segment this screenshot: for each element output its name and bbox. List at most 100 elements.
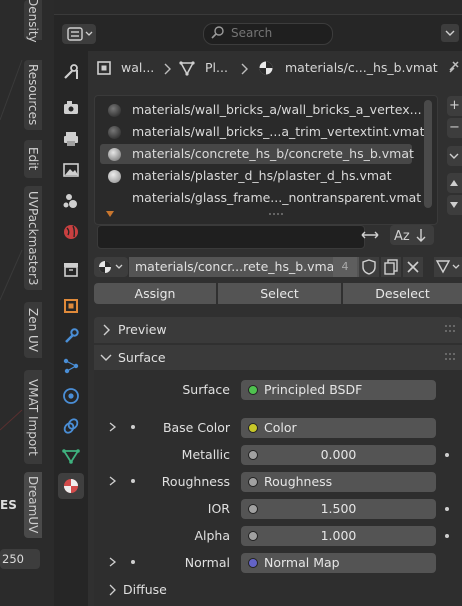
- color-socket-icon: [248, 423, 258, 433]
- render-camera-icon: [64, 101, 78, 114]
- vector-socket-icon: [248, 558, 258, 568]
- tab-world[interactable]: [58, 219, 84, 245]
- world-icon: [64, 225, 78, 239]
- sort-button[interactable]: Az: [390, 225, 434, 245]
- tab-render[interactable]: [58, 95, 84, 121]
- tab-output[interactable]: [58, 126, 84, 152]
- search-input[interactable]: [231, 25, 323, 41]
- object-icon: [97, 61, 111, 75]
- viewport-tab-vmat-import[interactable]: VMAT Import: [24, 370, 42, 464]
- list-item[interactable]: materials/plaster_d_hs/plaster_d_hs.vmat: [100, 166, 412, 186]
- preview-panel-header[interactable]: Preview: [94, 317, 462, 343]
- panel-title: Surface: [118, 350, 166, 365]
- chevron-down-icon: [100, 354, 112, 361]
- material-name-field[interactable]: materials/concr...rete_hs_b.vmat: [129, 257, 359, 277]
- keyframe-dot[interactable]: [445, 534, 449, 538]
- tab-material[interactable]: [58, 473, 84, 499]
- base-color-selector[interactable]: Color: [241, 418, 436, 438]
- slot-label: materials/wall_bricks_a/wall_bricks_a_ve…: [132, 102, 422, 117]
- chevron-right-icon: [241, 63, 248, 75]
- slot-specials-button[interactable]: [447, 146, 462, 166]
- list-item-selected[interactable]: materials/concrete_hs_b/concrete_hs_b.vm…: [100, 144, 414, 164]
- tab-label: Edit: [26, 147, 40, 171]
- browse-material-button[interactable]: [94, 257, 128, 277]
- field-value: 1.000: [320, 528, 357, 543]
- surface-panel-header[interactable]: Surface: [94, 345, 462, 371]
- tab-modifiers[interactable]: [58, 323, 84, 349]
- socket-value: Normal Map: [264, 555, 340, 570]
- breadcrumb-material: materials/c..._hs_b.vmat: [285, 60, 438, 75]
- material-user-count[interactable]: 4: [333, 257, 357, 277]
- viewport-tab-resources[interactable]: Resources: [24, 60, 42, 130]
- socket-value: Color: [264, 420, 297, 435]
- tab-object[interactable]: [58, 293, 84, 319]
- tab-label: Zen UV: [26, 307, 40, 352]
- socket-value: Principled BSDF: [264, 382, 363, 397]
- slot-label: materials/glass_frame..._nontransparent.…: [132, 190, 422, 205]
- assign-button[interactable]: Assign: [94, 283, 216, 304]
- material-link-dropdown[interactable]: [434, 257, 462, 277]
- ior-field[interactable]: 1.500: [241, 499, 436, 519]
- tab-label: VMAT Import: [26, 378, 40, 456]
- float-socket-icon: [248, 477, 258, 487]
- duplicate-icon: [384, 259, 398, 275]
- shader-socket-icon: [248, 385, 258, 395]
- roughness-selector[interactable]: Roughness: [241, 472, 436, 492]
- physics-icon: [63, 388, 79, 404]
- alpha-field[interactable]: 1.000: [241, 526, 436, 546]
- diffuse-subpanel-title[interactable]: Diffuse: [123, 582, 167, 597]
- particles-icon: [63, 358, 79, 374]
- pin-icon[interactable]: [446, 58, 462, 76]
- list-item[interactable]: materials/wall_bricks_a/wall_bricks_a_ve…: [100, 100, 422, 120]
- move-slot-up-button[interactable]: [447, 173, 462, 193]
- deselect-button[interactable]: Deselect: [343, 283, 462, 304]
- list-item[interactable]: materials/glass_frame..._nontransparent.…: [100, 188, 421, 208]
- duplicate-material-button[interactable]: [381, 257, 401, 277]
- swap-arrows-icon[interactable]: [360, 227, 380, 243]
- tab-physics[interactable]: [58, 383, 84, 409]
- material-preview-icon: [108, 104, 121, 117]
- tab-constraints[interactable]: [58, 413, 84, 439]
- tab-collection[interactable]: [58, 256, 84, 282]
- slot-label: materials/concrete_hs_b/concrete_hs_b.vm…: [132, 146, 414, 161]
- options-dropdown-button[interactable]: [441, 24, 459, 42]
- tab-tool[interactable]: [58, 59, 84, 85]
- tab-label: Density: [26, 0, 40, 43]
- tab-label: UVPackmaster3: [26, 190, 40, 286]
- select-button[interactable]: Select: [218, 283, 341, 304]
- list-scrollbar[interactable]: [424, 100, 432, 208]
- viewport-tab-density[interactable]: Density: [24, 0, 42, 43]
- remove-slot-button[interactable]: −: [447, 118, 462, 138]
- frame-field[interactable]: 250: [0, 549, 40, 569]
- list-item[interactable]: materials/wall_bricks_...a_trim_vertexti…: [100, 122, 424, 142]
- tab-particles[interactable]: [58, 353, 84, 379]
- viewport-tab-zen-uv[interactable]: Zen UV: [24, 302, 42, 358]
- fake-user-button[interactable]: [359, 257, 379, 277]
- viewport-tab-edit[interactable]: Edit: [24, 140, 42, 178]
- metallic-field[interactable]: 0.000: [241, 445, 436, 465]
- drag-handle-icon[interactable]: [444, 323, 456, 335]
- keyframe-dot[interactable]: [445, 507, 449, 511]
- collection-box-icon: [64, 263, 78, 277]
- unlink-material-button[interactable]: [403, 257, 423, 277]
- close-icon: [407, 261, 419, 273]
- viewport-tab-uvpackmaster3[interactable]: UVPackmaster3: [24, 186, 42, 290]
- base-color-label: Base Color: [162, 420, 230, 435]
- alpha-label: Alpha: [194, 528, 230, 543]
- move-slot-down-button[interactable]: [447, 195, 462, 215]
- keyframe-dot[interactable]: [445, 453, 449, 457]
- slot-filter-input[interactable]: [97, 225, 365, 249]
- add-slot-button[interactable]: +: [447, 96, 462, 116]
- tab-scene[interactable]: [58, 188, 84, 214]
- chevron-right-icon[interactable]: [108, 584, 118, 596]
- viewport-tab-dreamuv[interactable]: DreamUV: [24, 472, 42, 538]
- resize-grip-icon[interactable]: [268, 212, 284, 218]
- normal-selector[interactable]: Normal Map: [241, 553, 436, 573]
- tab-view-layer[interactable]: [58, 157, 84, 183]
- breadcrumb-object: wal...: [121, 60, 155, 75]
- editor-type-button[interactable]: [62, 24, 96, 44]
- drag-handle-icon[interactable]: [444, 351, 456, 363]
- surface-shader-selector[interactable]: Principled BSDF: [241, 380, 436, 400]
- chevron-down-icon: [445, 30, 455, 36]
- tab-data[interactable]: [58, 443, 84, 469]
